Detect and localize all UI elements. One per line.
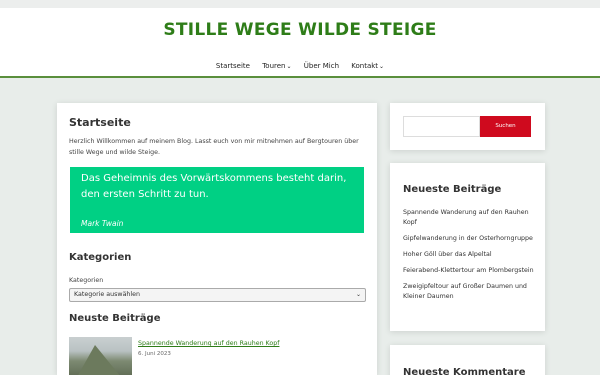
recent-posts-widget-title: Neueste Beiträge [403,184,502,195]
nav-item-label: Kontakt [351,62,379,70]
main-content: Startseite Herzlich Willkommen auf meine… [57,103,377,375]
search-input[interactable] [403,116,480,137]
recent-posts-heading: Neuste Beiträge [69,313,161,324]
nav-item-touren[interactable]: Touren⌄ [262,62,291,70]
list-item[interactable]: Zweigipfeltour auf Großer Daumen und Kle… [403,282,538,302]
list-item[interactable]: Hoher Göll über das Alpeltal [403,250,538,260]
page-title: Startseite [69,116,131,129]
recent-comments-widget: Neueste Kommentare [390,345,545,375]
categories-select[interactable]: Kategorie auswählen ⌄ [69,288,366,302]
categories-label: Kategorien [69,277,104,284]
categories-select-value: Kategorie auswählen [74,291,141,298]
recent-comments-widget-title: Neueste Kommentare [403,367,526,375]
chevron-down-icon: ⌄ [355,291,361,298]
search-button[interactable]: Suchen [480,116,531,137]
search-widget: Suchen [390,103,545,150]
nav-item-label: Startseite [215,62,250,70]
nav-item-startseite[interactable]: Startseite [216,62,250,70]
post-thumbnail[interactable] [69,337,132,375]
recent-posts-widget: Neueste Beiträge Spannende Wanderung auf… [390,163,545,331]
nav-item-label: Über Mich [303,62,340,70]
list-item[interactable]: Feierabend-Klettertour am Plombergstein [403,266,538,276]
main-nav: Startseite Touren⌄ Über Mich Kontakt⌄ [0,62,600,70]
site-header: STILLE WEGE WILDE STEIGE Startseite Tour… [0,8,600,78]
intro-text: Herzlich Willkommen auf meinem Blog. Las… [69,138,359,156]
chevron-down-icon: ⌄ [286,63,292,70]
quote-text: Das Geheimnis des Vorwärtskommens besteh… [81,173,347,200]
nav-item-ueber-mich[interactable]: Über Mich [304,62,339,70]
nav-item-kontakt[interactable]: Kontakt⌄ [351,62,384,70]
mountain-image [77,345,121,375]
site-title[interactable]: STILLE WEGE WILDE STEIGE [0,20,600,40]
list-item[interactable]: Spannende Wanderung auf den Rauhen Kopf [403,208,538,228]
list-item[interactable]: Gipfelwanderung in der Osterhorngruppe [403,234,538,244]
chevron-down-icon: ⌄ [379,63,385,70]
categories-heading: Kategorien [69,252,132,263]
top-strip [0,0,600,8]
quote-citation: Mark Twain [81,219,124,228]
post-date: 6. Juni 2023 [138,351,171,357]
nav-item-label: Touren [262,62,286,70]
quote-block: Das Geheimnis des Vorwärtskommens besteh… [70,167,364,233]
post-title-link[interactable]: Spannende Wanderung auf den Rauhen Kopf [138,340,279,347]
recent-posts-list: Spannende Wanderung auf den Rauhen Kopf … [403,208,538,308]
